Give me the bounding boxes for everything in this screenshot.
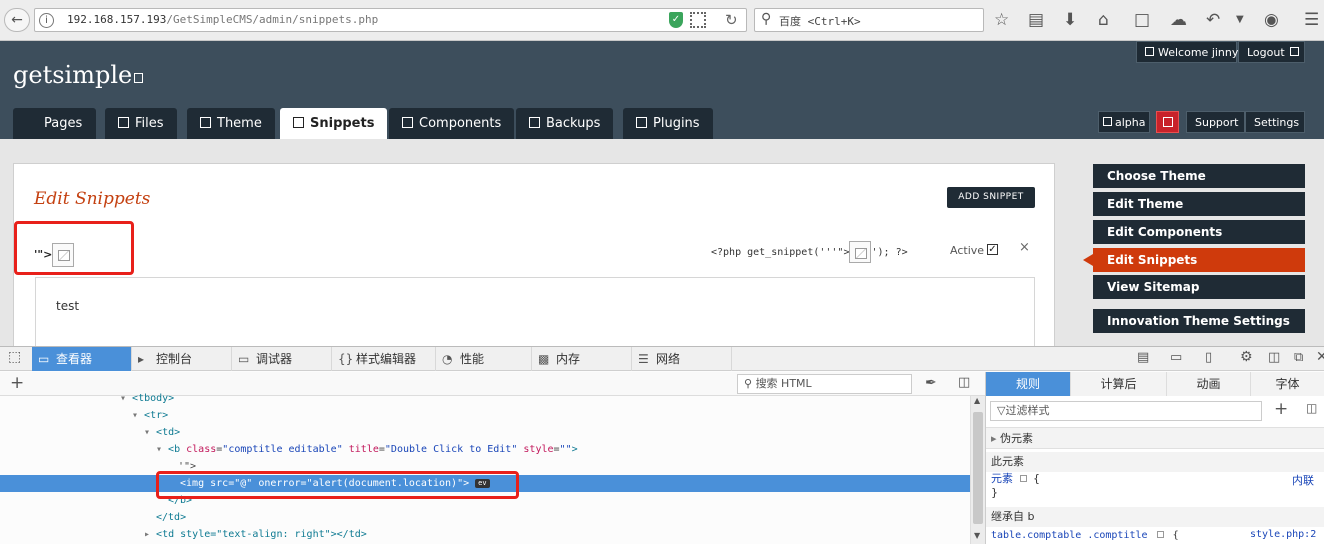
sidebar-item-edit-theme[interactable]: Edit Theme: [1093, 192, 1305, 216]
sidebar-item-innovation-theme-settings[interactable]: Innovation Theme Settings: [1093, 309, 1305, 333]
support-link[interactable]: Support: [1186, 111, 1245, 133]
responsive-mode-icon[interactable]: ▯: [1205, 350, 1212, 365]
tab-debugger[interactable]: ▭ 调试器: [232, 347, 332, 371]
welcome-link[interactable]: Welcome jinny: [1136, 41, 1238, 63]
scroll-down-icon[interactable]: ▼: [974, 531, 980, 540]
settings-link[interactable]: Settings: [1245, 111, 1305, 133]
add-snippet-button[interactable]: ADD SNIPPET: [947, 187, 1035, 208]
tab-console[interactable]: ▸ 控制台: [132, 347, 232, 371]
tab-inspector[interactable]: ▭ 查看器: [32, 347, 132, 371]
this-element-header: 此元素: [986, 452, 1324, 472]
sidebar-item-view-sitemap[interactable]: View Sitemap: [1093, 275, 1305, 299]
rule-source-link[interactable]: style.php:2: [1250, 529, 1316, 540]
close-devtools-icon[interactable]: ✕: [1316, 349, 1324, 365]
tree-node-tbody[interactable]: ▾ <tbody>: [0, 390, 970, 407]
active-label: Active: [950, 244, 985, 257]
dock-side-icon[interactable]: ◫: [1268, 350, 1280, 365]
url-bar[interactable]: i 192.168.157.193/GetSimpleCMS/admin/sni…: [34, 8, 747, 32]
tab-backups[interactable]: Backups: [516, 108, 614, 139]
highlight-box: [14, 221, 134, 275]
search-icon: ⚲: [744, 377, 753, 390]
eyedropper-icon[interactable]: ✒: [925, 375, 937, 391]
add-rule-icon[interactable]: +: [1274, 399, 1288, 419]
tab-components[interactable]: Components: [389, 108, 515, 139]
reload-icon[interactable]: ↻: [725, 11, 738, 29]
snippet-content-editor[interactable]: test: [35, 277, 1035, 346]
toggle-classes-icon[interactable]: ◫: [1306, 401, 1317, 415]
toggle-sidebar-icon[interactable]: ◫: [958, 375, 970, 390]
search-placeholder: 百度 <Ctrl+K>: [779, 15, 861, 28]
tab-theme[interactable]: Theme: [187, 108, 275, 139]
tab-style-editor[interactable]: {} 样式编辑器: [332, 347, 436, 371]
tab-plugins[interactable]: Plugins: [623, 108, 713, 139]
undo-icon[interactable]: ↶: [1206, 10, 1220, 30]
devtools-tabbar: ⬚ ▭ 查看器 ▸ 控制台 ▭ 调试器 {} 样式编辑器 ◔ 性能 ▩ 内存 ☰ 网络 ▤ ▭…: [0, 347, 1324, 371]
edit-snippets-panel: Edit Snippets ADD SNIPPET '"> <?php get_…: [13, 163, 1055, 346]
element-rule-close: }: [991, 486, 998, 499]
undock-icon[interactable]: ⧉: [1294, 350, 1303, 365]
menu-icon[interactable]: ☰: [1304, 10, 1319, 30]
tab-snippets[interactable]: Snippets: [280, 108, 388, 139]
logout-button[interactable]: Logout: [1238, 41, 1305, 63]
sidebar-item-choose-theme[interactable]: Choose Theme: [1093, 164, 1305, 188]
tab-animations[interactable]: 动画: [1167, 372, 1251, 396]
browser-toolbar: ← i 192.168.157.193/GetSimpleCMS/admin/s…: [0, 0, 1324, 41]
sidebar-item-edit-components[interactable]: Edit Components: [1093, 220, 1305, 244]
cms-header: getsimple Welcome jinny Logout Pages Fil…: [0, 41, 1324, 139]
page-title: Edit Snippets: [34, 189, 151, 209]
shield-icon[interactable]: ✓: [669, 12, 683, 28]
search-icon: ⚲: [761, 11, 772, 27]
tab-memory[interactable]: ▩ 内存: [532, 347, 632, 371]
home-icon[interactable]: ⌂: [1098, 10, 1109, 30]
snippet-code: <?php get_snippet('''"> '); ?>: [711, 241, 908, 263]
color-wheel-icon[interactable]: ◉: [1264, 10, 1279, 30]
markup-scrollbar[interactable]: ▲ ▼: [970, 396, 985, 544]
site-logo[interactable]: getsimple: [13, 61, 144, 89]
devtools-panel: ⬚ ▭ 查看器 ▸ 控制台 ▭ 调试器 {} 样式编辑器 ◔ 性能 ▩ 内存 ☰ 网络 ▤ ▭…: [0, 346, 1324, 544]
gear-icon[interactable]: ⚙: [1240, 349, 1253, 365]
crop-icon[interactable]: □: [1134, 10, 1150, 30]
layout-menu-icon[interactable]: ▤: [1137, 350, 1149, 365]
pseudo-elements-toggle[interactable]: ▸ 伪元素: [986, 427, 1324, 449]
active-checkbox[interactable]: ✓: [987, 244, 998, 255]
tab-network[interactable]: ☰ 网络: [632, 347, 732, 371]
filter-styles-input[interactable]: ▽过滤样式: [990, 401, 1262, 421]
close-icon[interactable]: ×: [1019, 240, 1030, 255]
tab-rules[interactable]: 规则: [986, 372, 1071, 396]
reading-list-icon[interactable]: ▤: [1028, 10, 1044, 30]
info-icon[interactable]: i: [39, 13, 54, 28]
broken-image-icon: [849, 241, 872, 263]
search-bar[interactable]: ⚲ 百度 <Ctrl+K>: [754, 8, 984, 32]
scrollbar-thumb[interactable]: [973, 412, 983, 524]
url-text: 192.168.157.193/GetSimpleCMS/admin/snipp…: [67, 13, 379, 26]
tree-node-tr[interactable]: ▾ <tr>: [0, 407, 970, 424]
tree-node-td-close[interactable]: </td>: [0, 509, 970, 526]
tab-pages[interactable]: Pages: [13, 108, 96, 139]
highlight-box: [156, 471, 519, 499]
tab-fonts[interactable]: 字体: [1251, 372, 1324, 396]
chevron-down-icon[interactable]: ▼: [1236, 10, 1244, 30]
alpha-badge[interactable]: alpha: [1098, 111, 1150, 133]
markup-tree: ▾ <tbody> ▾ <tr> ▾ <td> ▾ <b class="comp…: [0, 393, 970, 544]
chat-icon[interactable]: ☁: [1170, 10, 1187, 30]
rules-sidebar: 规则 计算后 动画 字体 ▽过滤样式 + ◫ ▸ 伪元素 此元素 元素 { 内联…: [985, 372, 1324, 544]
element-rule[interactable]: 元素 {: [986, 472, 1324, 486]
qr-code-icon[interactable]: [690, 12, 706, 28]
bookmark-star-icon[interactable]: ☆: [994, 10, 1009, 30]
tree-node-b[interactable]: ▾ <b class="comptitle editable" title="D…: [0, 441, 970, 458]
alert-icon[interactable]: [1156, 111, 1179, 133]
cms-page: getsimple Welcome jinny Logout Pages Fil…: [0, 41, 1324, 346]
tree-node-td[interactable]: ▾ <td>: [0, 424, 970, 441]
pick-element-icon[interactable]: ⬚: [8, 349, 21, 365]
tab-computed[interactable]: 计算后: [1071, 372, 1167, 396]
tab-files[interactable]: Files: [105, 108, 177, 139]
scroll-up-icon[interactable]: ▲: [974, 396, 980, 405]
split-console-icon[interactable]: ▭: [1170, 350, 1182, 365]
inherited-header: 继承自 b: [986, 507, 1324, 527]
tab-performance[interactable]: ◔ 性能: [436, 347, 532, 371]
sidebar-item-edit-snippets[interactable]: Edit Snippets: [1083, 248, 1305, 272]
download-icon[interactable]: ⬇: [1063, 10, 1077, 30]
back-button[interactable]: ←: [4, 8, 30, 32]
tree-node-td-next[interactable]: ▸ <td style="text-align: right"></td>: [0, 526, 970, 543]
